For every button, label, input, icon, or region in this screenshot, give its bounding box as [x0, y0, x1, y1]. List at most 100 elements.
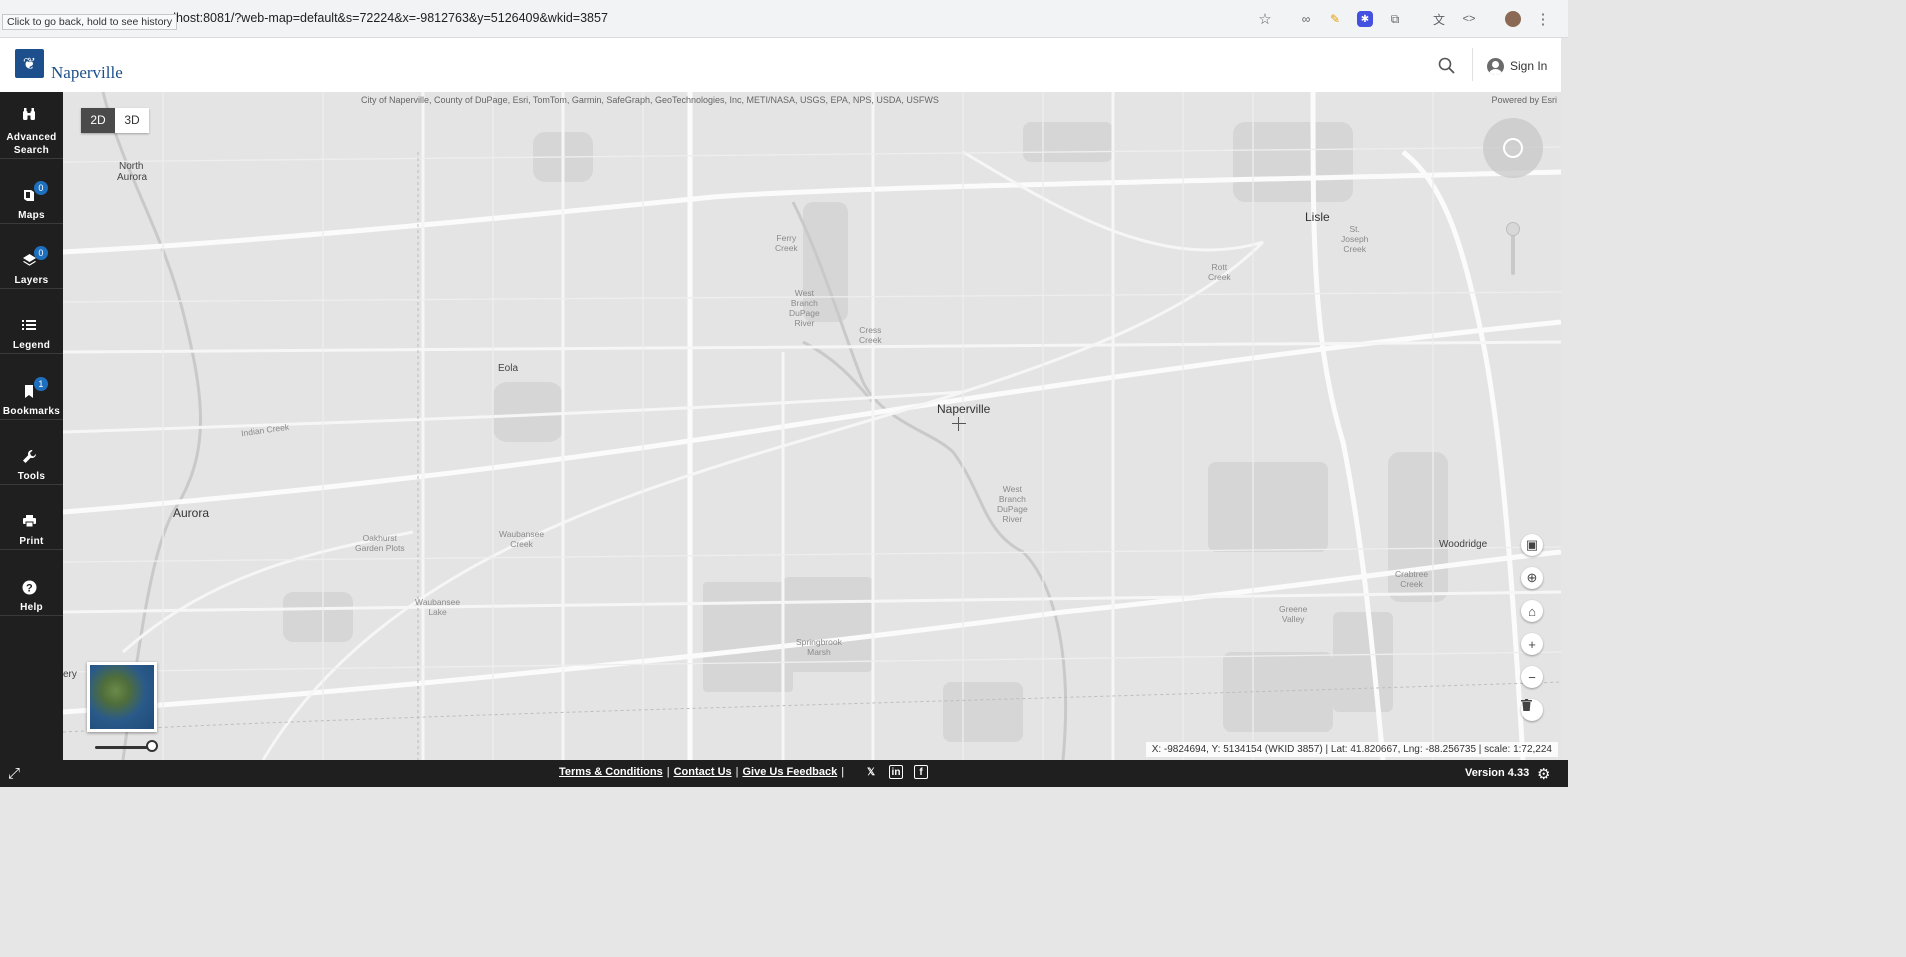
- place-label: ery: [63, 669, 77, 680]
- list-icon: [20, 316, 38, 334]
- version-label: Version 4.33: [1465, 767, 1530, 779]
- water-label: West Branch DuPage River: [789, 288, 820, 328]
- 3d-toggle-button[interactable]: 3D: [115, 108, 149, 133]
- overview-map[interactable]: [87, 662, 157, 732]
- water-label: St. Joseph Creek: [1341, 224, 1369, 254]
- sidebar-item-label: Legend: [12, 340, 51, 351]
- basemap-gallery-icon[interactable]: ▣: [1521, 534, 1543, 556]
- address-bar[interactable]: calhost:8081/?web-map=default&s=72224&x=…: [160, 11, 608, 25]
- browser-toolbar: calhost:8081/?web-map=default&s=72224&x=…: [0, 0, 1568, 38]
- linkedin-icon[interactable]: in: [889, 765, 903, 779]
- sidebar-item-print[interactable]: Print: [0, 484, 63, 550]
- water-label: Oakhurst Garden Plots: [355, 533, 405, 553]
- app-header: ❦ Naperville Sign In: [0, 38, 1561, 93]
- x-twitter-icon[interactable]: 𝕏: [864, 765, 878, 779]
- place-label: Lisle: [1305, 210, 1330, 224]
- binoculars-icon: [20, 105, 38, 123]
- contact-link[interactable]: Contact Us: [674, 766, 732, 778]
- sign-in-label: Sign In: [1510, 59, 1548, 73]
- water-label: Crabtree Creek: [1395, 569, 1429, 589]
- sidebar-item-label: Maps: [18, 210, 45, 221]
- sidebar-item-maps[interactable]: 0 Maps: [0, 158, 63, 224]
- map-center-crosshair: [952, 417, 966, 431]
- logo-text[interactable]: Naperville: [51, 63, 123, 83]
- sidebar-item-tools[interactable]: Tools: [0, 419, 63, 485]
- maps-count-badge: 0: [34, 181, 48, 195]
- sidebar-item-label: Tools: [17, 471, 46, 482]
- opacity-slider-handle[interactable]: [146, 740, 158, 752]
- help-icon: ?: [20, 578, 38, 596]
- water-label: Ferry Creek: [775, 233, 798, 253]
- code-icon[interactable]: <>: [1461, 11, 1477, 27]
- powered-by-esri[interactable]: Powered by Esri: [1491, 95, 1557, 105]
- sidebar: Advanced Search 0 Maps 0 Layers Legend 1…: [0, 92, 63, 760]
- footer-links: Terms & Conditions | Contact Us | Give U…: [559, 766, 844, 778]
- sidebar-item-label: Search: [13, 145, 50, 156]
- sidebar-item-advanced-search[interactable]: Advanced Search: [0, 92, 63, 159]
- sidebar-item-layers[interactable]: 0 Layers: [0, 223, 63, 289]
- sidebar-item-label: Help: [20, 602, 43, 613]
- water-label: Springbrook Marsh: [796, 637, 842, 657]
- footer-separator: |: [666, 766, 670, 778]
- overview-map-image: [90, 665, 154, 729]
- wrench-icon: [20, 447, 38, 465]
- settings-gear-icon[interactable]: ⚙: [1537, 765, 1550, 783]
- user-icon: [1487, 57, 1504, 75]
- kebab-menu-icon[interactable]: ⋮: [1535, 11, 1551, 28]
- place-label: Naperville: [937, 402, 991, 416]
- naperville-logo-icon[interactable]: ❦: [15, 49, 44, 78]
- extension-pen-icon[interactable]: ✎: [1327, 11, 1343, 27]
- place-label: Aurora: [117, 172, 148, 183]
- terms-link[interactable]: Terms & Conditions: [559, 766, 663, 778]
- view-mode-toggle: 2D 3D: [81, 108, 149, 133]
- footer: ⤢ Terms & Conditions | Contact Us | Give…: [0, 760, 1568, 787]
- zoom-out-icon[interactable]: −: [1521, 666, 1543, 688]
- map-attribution: City of Naperville, County of DuPage, Es…: [361, 95, 939, 105]
- opacity-slider-track[interactable]: [95, 746, 153, 749]
- sidebar-item-help[interactable]: ? Help: [0, 549, 63, 616]
- place-label: Woodridge: [1439, 539, 1488, 550]
- water-label: West Branch DuPage River: [997, 484, 1028, 524]
- footer-separator: |: [735, 766, 739, 778]
- water-label: Waubansee Creek: [499, 529, 545, 549]
- search-icon[interactable]: [1437, 56, 1457, 76]
- map-view[interactable]: City of Naperville, County of DuPage, Es…: [63, 92, 1561, 760]
- sidebar-item-label: Bookmarks: [2, 406, 61, 417]
- extension-icon[interactable]: ∞: [1298, 11, 1314, 27]
- layers-count-badge: 0: [34, 246, 48, 260]
- sidebar-item-label: Advanced: [6, 132, 57, 143]
- sign-in-button[interactable]: Sign In: [1487, 56, 1547, 76]
- home-icon[interactable]: ⌂: [1521, 600, 1543, 622]
- navigation-compass-icon[interactable]: [1483, 118, 1543, 178]
- 2d-toggle-button[interactable]: 2D: [81, 108, 115, 133]
- water-label: Cress Creek: [859, 325, 882, 345]
- trash-icon[interactable]: [1521, 699, 1543, 721]
- place-label: North: [119, 161, 144, 172]
- place-label: Eola: [498, 363, 519, 374]
- sidebar-item-label: Layers: [14, 275, 49, 286]
- zoom-in-icon[interactable]: +: [1521, 633, 1543, 655]
- puzzle-icon[interactable]: ⧉: [1387, 11, 1403, 27]
- expand-icon[interactable]: ⤢: [8, 766, 20, 781]
- water-label: Rott Creek: [1208, 262, 1231, 282]
- sidebar-item-label: Print: [19, 536, 44, 547]
- translate-icon[interactable]: 文: [1431, 11, 1447, 27]
- bookmarks-count-badge: 1: [34, 377, 48, 391]
- footer-separator: |: [841, 766, 845, 778]
- coordinate-readout: X: -9824694, Y: 5134154 (WKID 3857) | La…: [1145, 742, 1558, 757]
- park-areas: [283, 122, 1448, 742]
- profile-avatar-icon[interactable]: [1505, 11, 1521, 27]
- sidebar-item-legend[interactable]: Legend: [0, 288, 63, 354]
- extension-gear-icon[interactable]: ✱: [1357, 11, 1373, 27]
- bookmark-star-icon[interactable]: ☆: [1257, 11, 1273, 28]
- water-label: Greene Valley: [1279, 604, 1308, 624]
- locate-icon[interactable]: ⊕: [1521, 567, 1543, 589]
- sidebar-item-bookmarks[interactable]: 1 Bookmarks: [0, 353, 63, 420]
- social-links: 𝕏 in f: [864, 765, 928, 779]
- zoom-slider-handle[interactable]: [1506, 222, 1520, 236]
- feedback-link[interactable]: Give Us Feedback: [742, 766, 837, 778]
- facebook-icon[interactable]: f: [914, 765, 928, 779]
- svg-text:?: ?: [25, 582, 32, 594]
- place-label: Aurora: [173, 506, 210, 520]
- printer-icon: [20, 512, 38, 530]
